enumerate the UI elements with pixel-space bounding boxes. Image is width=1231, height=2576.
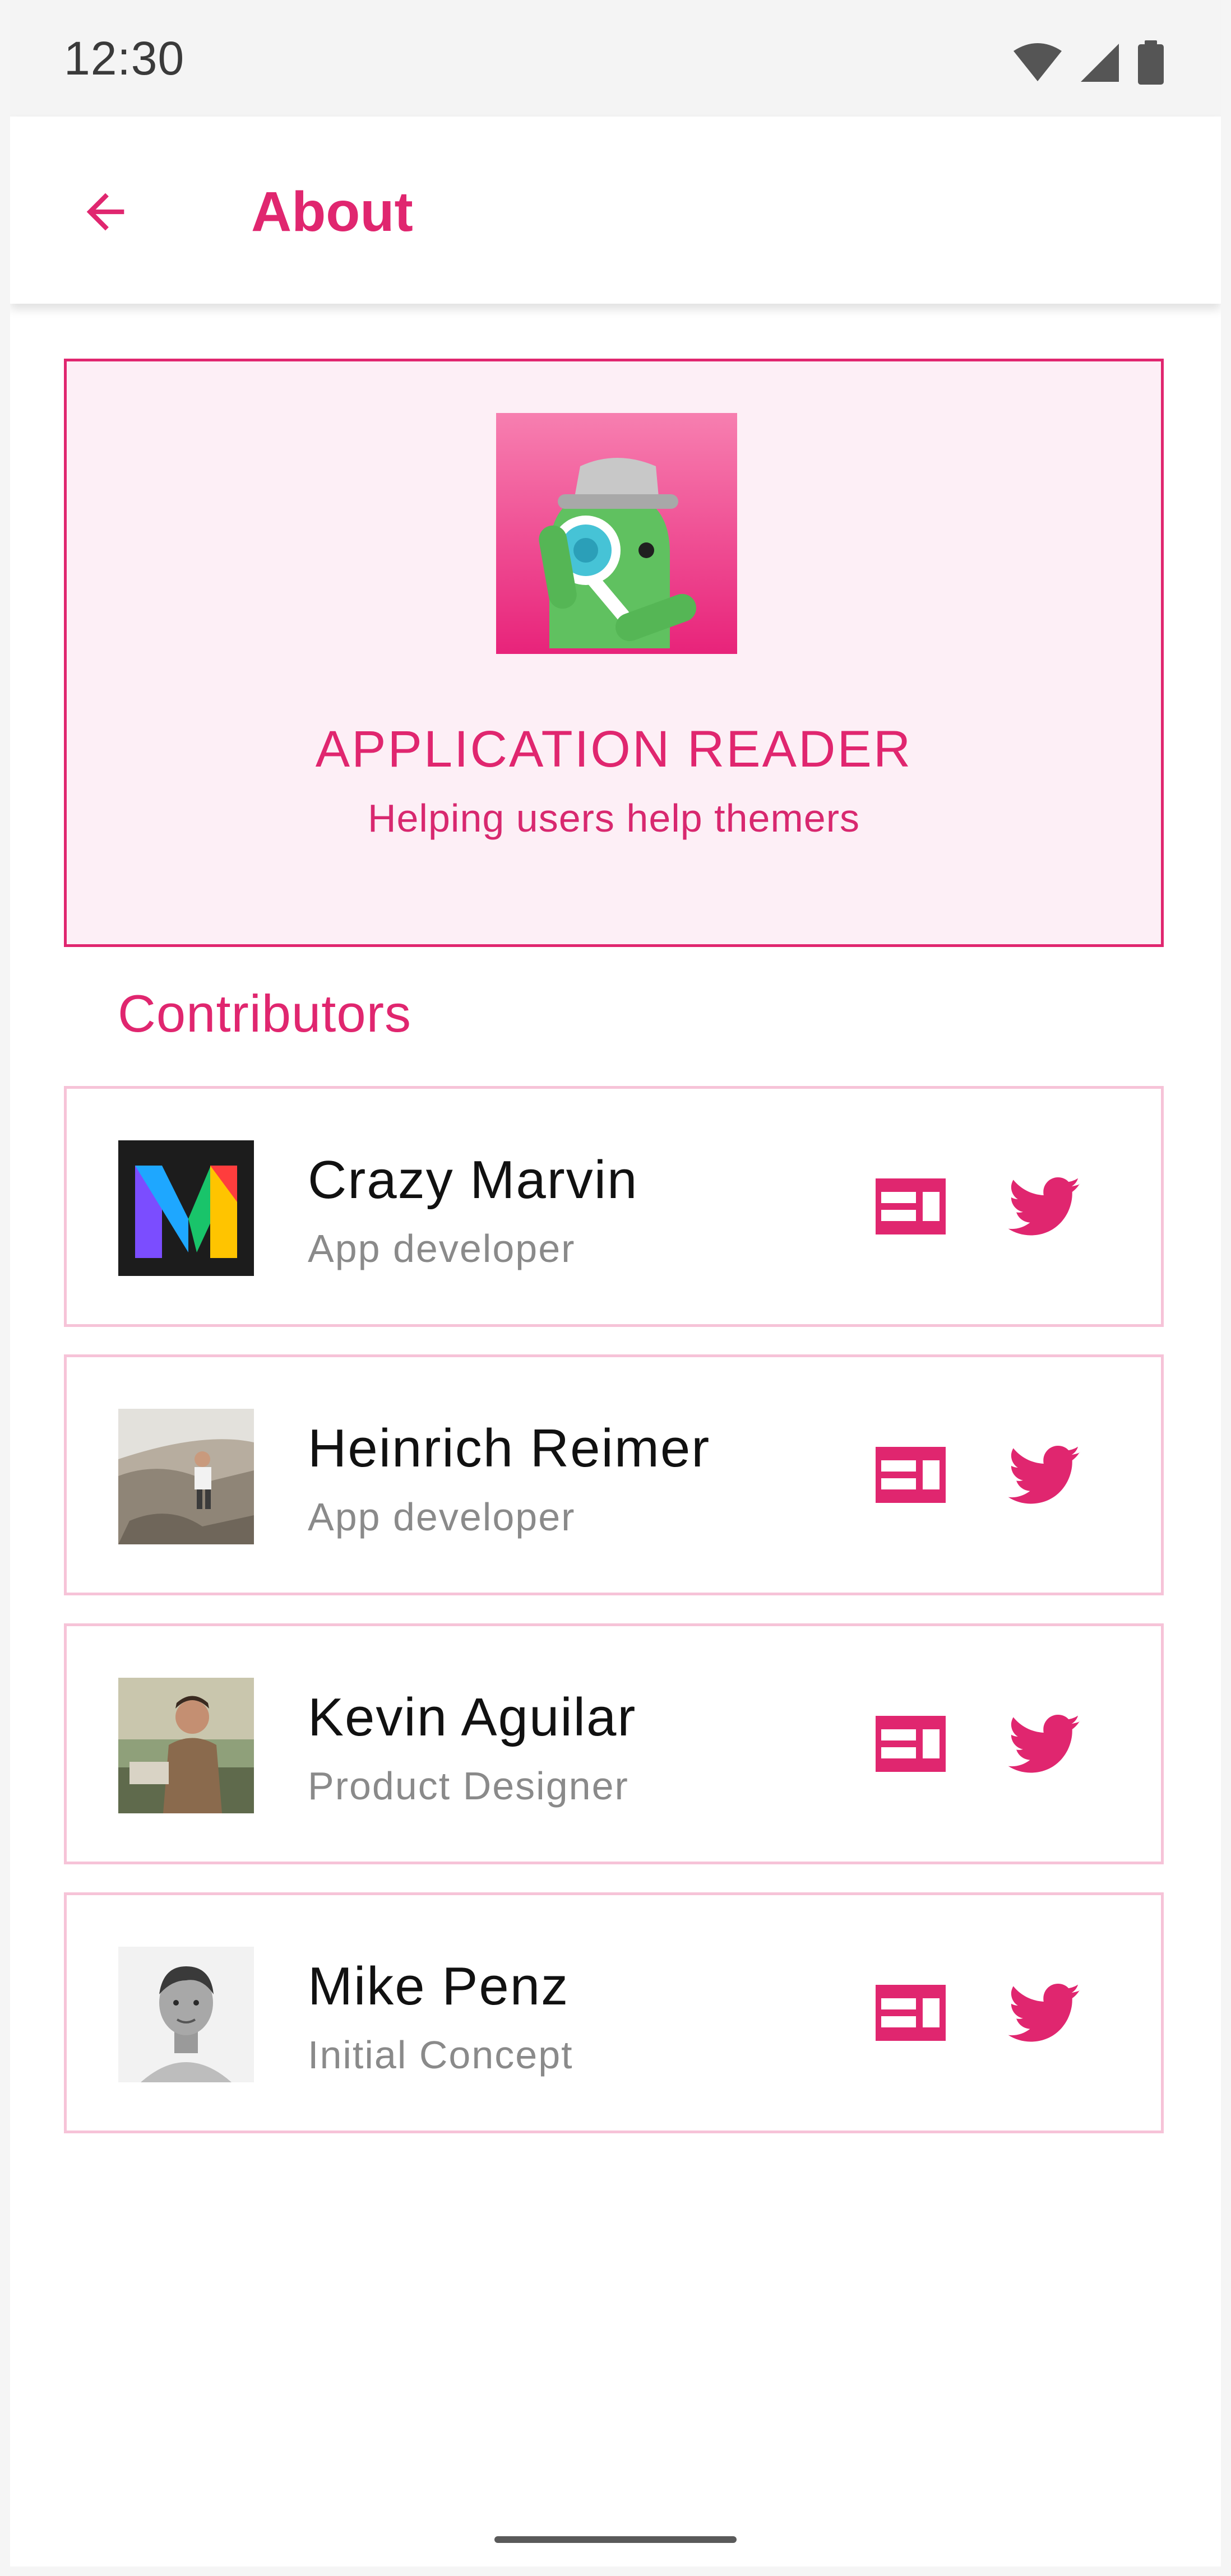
twitter-button[interactable] — [997, 1427, 1093, 1523]
avatar — [118, 1140, 254, 1276]
climber-photo — [118, 1409, 254, 1544]
contributor-role: Initial Concept — [308, 2033, 573, 2077]
signal-icon — [1081, 44, 1119, 82]
avatar — [118, 1947, 254, 2082]
website-icon — [875, 1447, 946, 1503]
back-button[interactable] — [72, 178, 139, 245]
contributor-name: Heinrich Reimer — [308, 1418, 711, 1478]
contributors-heading: Contributors — [118, 984, 411, 1043]
app-name: APPLICATION READER — [315, 721, 913, 778]
contributor-card: Crazy Marvin App developer — [64, 1086, 1164, 1327]
outdoor-portrait-photo — [118, 1678, 254, 1813]
status-bar: 12:30 — [10, 0, 1221, 117]
twitter-icon — [1008, 1715, 1080, 1773]
app-tagline: Helping users help themers — [367, 796, 860, 840]
twitter-icon — [1008, 1984, 1080, 2042]
battery-icon — [1138, 40, 1164, 85]
contributor-card: Heinrich Reimer App developer — [64, 1354, 1164, 1595]
website-button[interactable] — [863, 1159, 958, 1254]
contributor-card: Mike Penz Initial Concept — [64, 1892, 1164, 2133]
twitter-button[interactable] — [997, 1965, 1093, 2060]
website-button[interactable] — [863, 1427, 958, 1523]
status-time: 12:30 — [64, 32, 185, 85]
twitter-button[interactable] — [997, 1159, 1093, 1254]
colorful-m-logo — [118, 1140, 254, 1276]
detective-android-logo — [496, 413, 737, 654]
arrow-back-icon — [86, 193, 124, 231]
gesture-nav-handle[interactable] — [494, 2536, 737, 2543]
avatar — [118, 1409, 254, 1544]
website-icon — [875, 1716, 946, 1772]
app-screen: 12:30 About APPLICATION READER Helping u… — [10, 0, 1221, 2566]
website-button[interactable] — [863, 1696, 958, 1791]
contributor-role: App developer — [308, 1495, 576, 1539]
twitter-icon — [1008, 1446, 1080, 1504]
contributor-name: Mike Penz — [308, 1956, 570, 2016]
contributor-name: Kevin Aguilar — [308, 1687, 637, 1747]
twitter-icon — [1008, 1177, 1080, 1236]
contributor-role: Product Designer — [308, 1764, 629, 1808]
wifi-icon — [1014, 43, 1062, 81]
website-button[interactable] — [863, 1965, 958, 2060]
avatar — [118, 1678, 254, 1813]
status-icons — [1012, 40, 1165, 85]
website-icon — [875, 1178, 946, 1234]
bw-portrait-photo — [118, 1947, 254, 2082]
contributor-name: Crazy Marvin — [308, 1150, 638, 1210]
twitter-button[interactable] — [997, 1696, 1093, 1791]
contributor-role: App developer — [308, 1227, 576, 1270]
app-info-card: APPLICATION READER Helping users help th… — [64, 359, 1164, 947]
contributor-card: Kevin Aguilar Product Designer — [64, 1623, 1164, 1864]
page-title: About — [251, 180, 413, 243]
website-icon — [875, 1985, 946, 2041]
top-app-bar: About — [10, 117, 1221, 304]
